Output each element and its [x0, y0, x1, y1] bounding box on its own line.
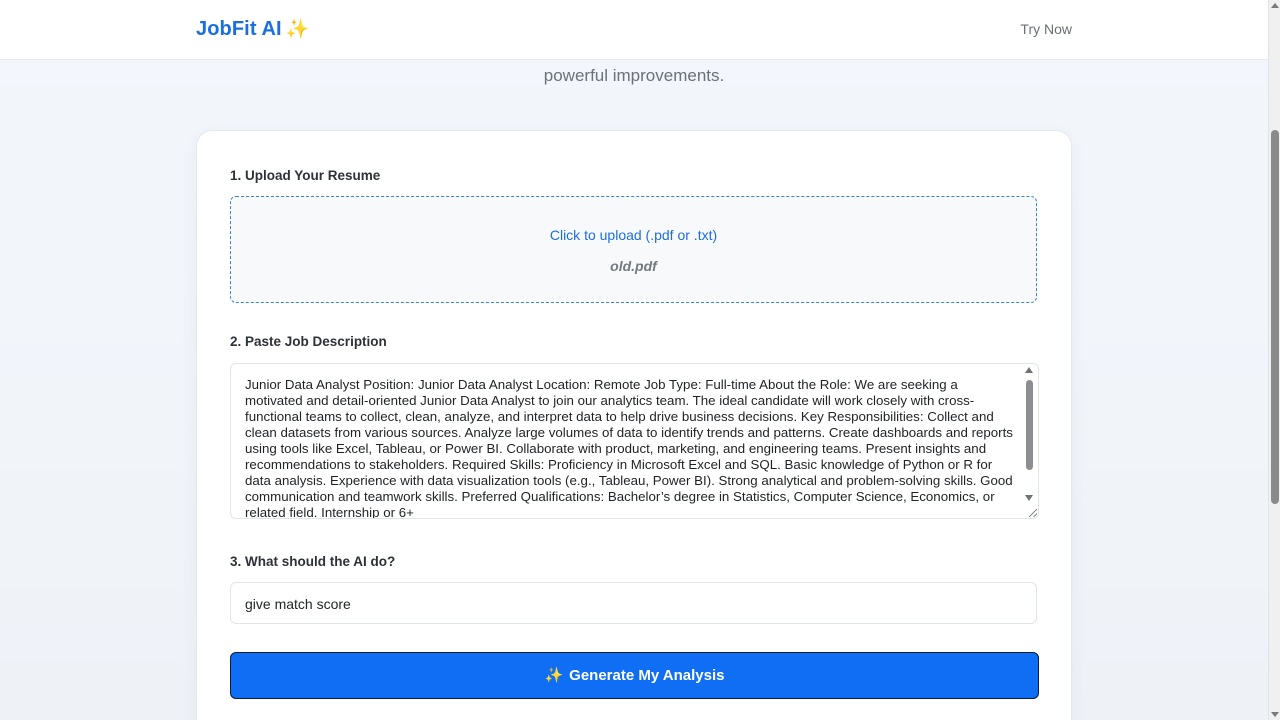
job-description-text: Junior Data Analyst Position: Junior Dat… [245, 377, 1013, 519]
job-description-textarea[interactable]: Junior Data Analyst Position: Junior Dat… [230, 363, 1039, 519]
uploaded-file-name: old.pdf [610, 258, 657, 274]
scroll-down-arrow-icon[interactable] [1025, 495, 1033, 501]
scroll-up-arrow-icon[interactable] [1025, 367, 1033, 373]
page-scroll-down-icon[interactable] [1271, 712, 1279, 717]
brand-logo[interactable]: JobFit AI ✨ [196, 17, 309, 41]
upload-prompt[interactable]: Click to upload (.pdf or .txt) [231, 227, 1036, 243]
try-now-link[interactable]: Try Now [1020, 21, 1072, 37]
textarea-scroll-thumb[interactable] [1026, 380, 1033, 470]
page-scrollbar[interactable] [1268, 0, 1280, 720]
analysis-form-card: 1. Upload Your Resume Click to upload (.… [196, 130, 1072, 720]
page-scroll-up-icon[interactable] [1271, 3, 1279, 8]
page-scroll-thumb[interactable] [1271, 130, 1279, 504]
sparkle-icon: ✨ [544, 667, 564, 684]
textarea-scrollbar[interactable] [1024, 366, 1036, 512]
brand-name: JobFit AI [196, 18, 282, 40]
generate-button-label: Generate My Analysis [569, 667, 725, 684]
sparkle-icon: ✨ [285, 19, 310, 40]
resize-handle-icon[interactable] [1029, 509, 1037, 517]
top-nav: JobFit AI ✨ Try Now [0, 0, 1268, 60]
upload-resume-label: 1. Upload Your Resume [230, 168, 381, 183]
ai-instruction-label: 3. What should the AI do? [230, 554, 396, 569]
ai-instruction-input[interactable]: give match score [230, 582, 1037, 624]
job-description-label: 2. Paste Job Description [230, 334, 387, 349]
hero-subtitle: powerful improvements. [543, 66, 725, 85]
resume-upload-dropzone[interactable]: Click to upload (.pdf or .txt) old.pdf [230, 196, 1037, 303]
generate-analysis-button[interactable]: ✨ Generate My Analysis [230, 652, 1039, 699]
